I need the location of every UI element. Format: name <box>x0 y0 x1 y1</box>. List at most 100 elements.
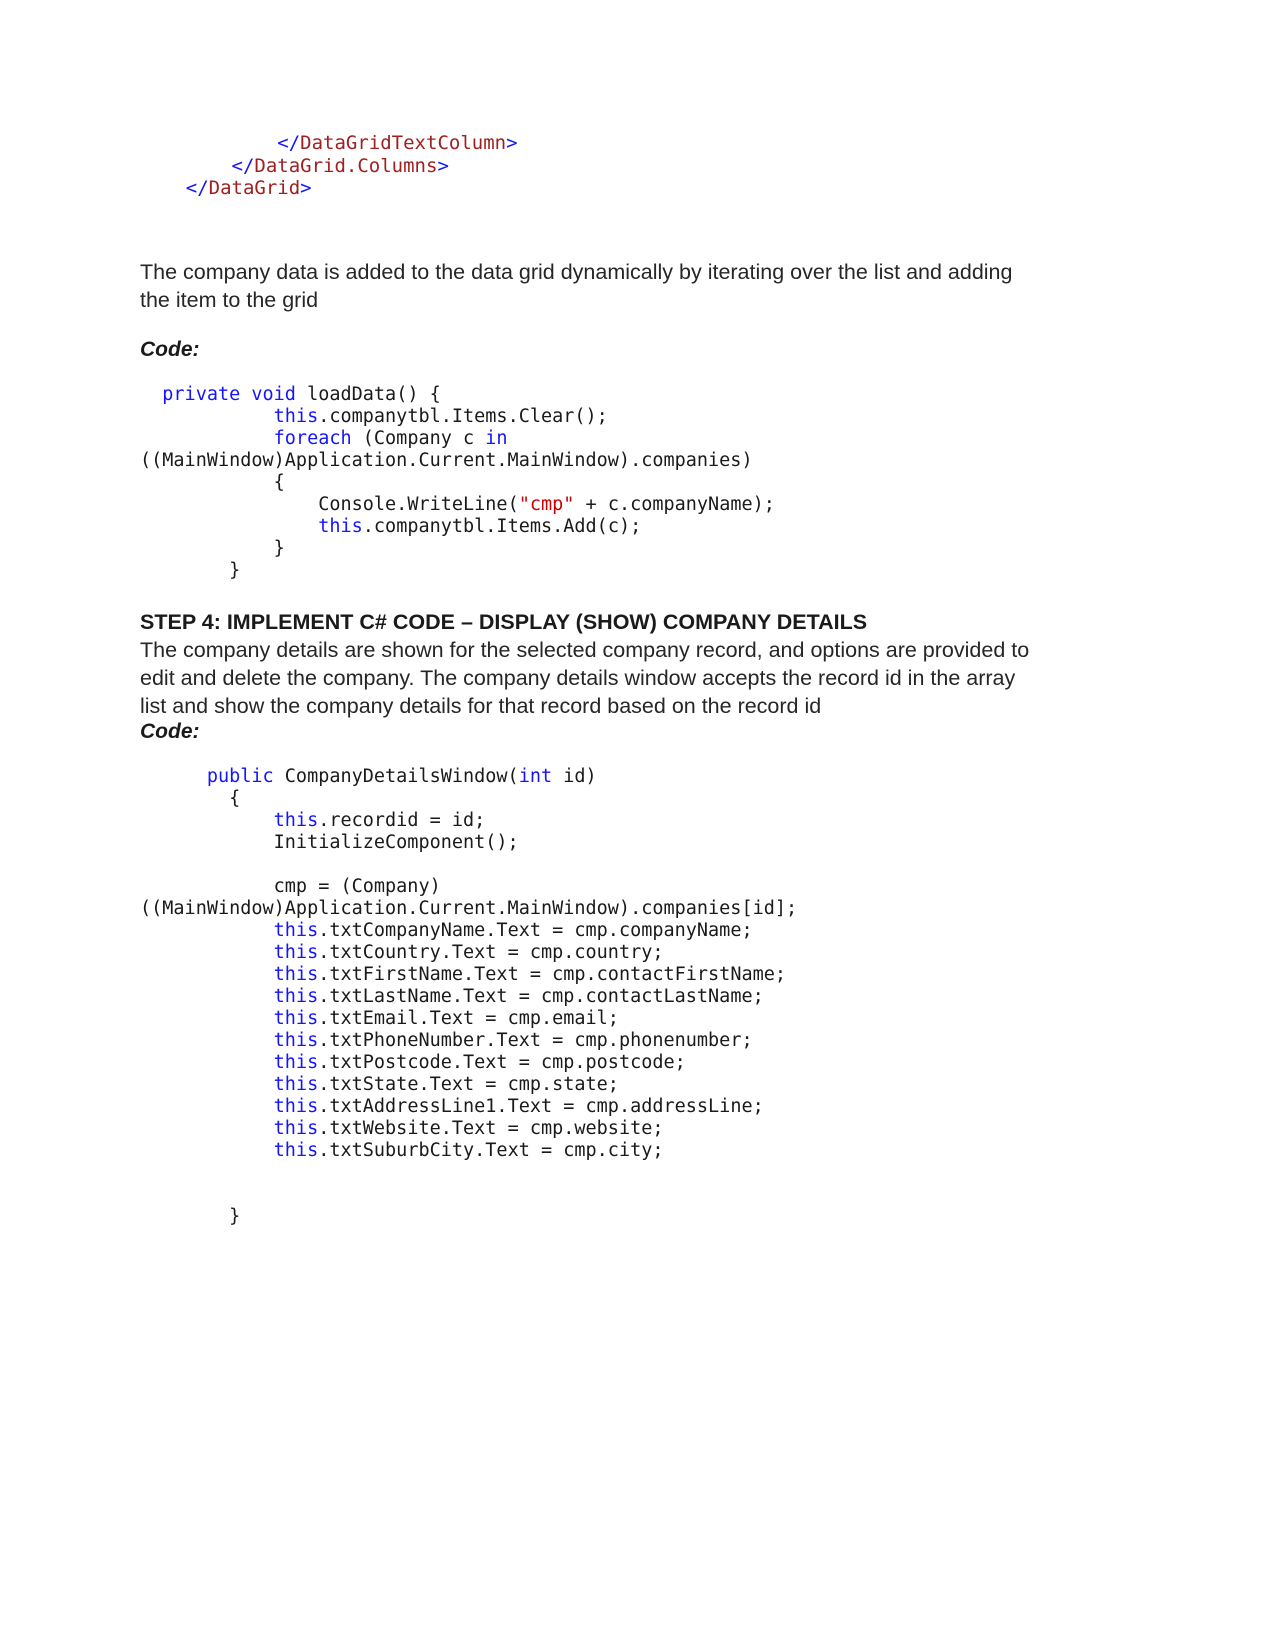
code-line: this.txtSuburbCity.Text = cmp.city; <box>140 1140 1040 1162</box>
code-token-p: .txtWebsite.Text = cmp.website; <box>318 1117 664 1139</box>
code-line: this.txtCountry.Text = cmp.country; <box>140 942 1040 964</box>
code-label-2: Code: <box>140 719 200 743</box>
code-line: this.txtState.Text = cmp.state; <box>140 1074 1040 1096</box>
xml-code-snippet: </DataGridTextColumn> </DataGrid.Columns… <box>140 132 1040 200</box>
code-line: ((MainWindow)Application.Current.MainWin… <box>140 450 1040 472</box>
code-token-p: .companytbl.Items.Add(c); <box>362 515 642 537</box>
code-token-kw: this <box>273 1139 319 1161</box>
code-line: </DataGrid> <box>140 177 1040 200</box>
code-token-kw: this <box>273 1073 319 1095</box>
code-line: </DataGrid.Columns> <box>140 155 1040 178</box>
code-token-p: .txtEmail.Text = cmp.email; <box>318 1007 619 1029</box>
code-token-p: } <box>229 559 241 581</box>
step4-paragraph: The company details are shown for the se… <box>140 637 1030 718</box>
code-line: foreach (Company c in <box>140 428 1040 450</box>
code-token-ang: > <box>300 177 312 199</box>
code-token-kw: this <box>273 941 319 963</box>
code-line: this.txtWebsite.Text = cmp.website; <box>140 1118 1040 1140</box>
code-token-p: id) <box>552 765 597 787</box>
code-token-p: .txtCountry.Text = cmp.country; <box>318 941 664 963</box>
code-line: } <box>140 538 1040 560</box>
code-token-kw: this <box>273 1117 319 1139</box>
code-token-kw: this <box>273 405 319 427</box>
code-token-tag: DataGrid <box>208 177 301 199</box>
code-token-p: .txtFirstName.Text = cmp.contactFirstNam… <box>318 963 787 985</box>
code-token-ang: </ <box>185 177 209 199</box>
code-token-p <box>240 384 251 405</box>
code-line: ((MainWindow)Application.Current.MainWin… <box>140 898 1040 920</box>
code-token-kw: public <box>206 765 274 787</box>
code-line: { <box>140 472 1040 494</box>
code-token-p: + c.companyName); <box>574 493 775 515</box>
code-token-p: CompanyDetailsWindow( <box>273 765 519 787</box>
code-token-ang: > <box>437 154 449 177</box>
code-token-ang: </ <box>231 154 255 177</box>
code-token-kw: this <box>273 1051 319 1073</box>
code-token-p: .txtSuburbCity.Text = cmp.city; <box>318 1139 664 1161</box>
code-line: this.companytbl.Items.Add(c); <box>140 516 1040 538</box>
code-token-p: } <box>229 1205 241 1227</box>
code-line: } <box>140 560 1040 582</box>
step4-heading: STEP 4: IMPLEMENT C# CODE – DISPLAY (SHO… <box>140 609 868 634</box>
code-block-load-data: private void loadData() { this.companytb… <box>140 384 1040 582</box>
code-token-kw: this <box>273 1007 319 1029</box>
code-token-p: Console.WriteLine( <box>318 493 519 515</box>
code-block-company-details-window: public CompanyDetailsWindow(int id) { th… <box>140 766 1040 1228</box>
code-token-p: } <box>273 537 285 559</box>
code-line: cmp = (Company) <box>140 876 1040 898</box>
code-token-kw: private <box>162 383 241 405</box>
code-token-p: { <box>273 471 285 493</box>
code-token-ang: > <box>506 132 518 154</box>
code-line: this.txtAddressLine1.Text = cmp.addressL… <box>140 1096 1040 1118</box>
code-line: private void loadData() { <box>140 384 1040 406</box>
code-line: </DataGridTextColumn> <box>140 132 1040 155</box>
code-token-p: .recordid = id; <box>318 809 486 831</box>
code-token-kw: this <box>273 963 319 985</box>
code-token-tag: DataGridTextColumn <box>300 132 507 154</box>
code-token-kw: in <box>485 427 508 449</box>
code-line: { <box>140 788 1040 810</box>
code-token-p: .txtCompanyName.Text = cmp.companyName; <box>318 919 753 941</box>
code-token-str: "cmp" <box>518 493 575 515</box>
code-token-kw: int <box>518 765 553 787</box>
code-token-kw: this <box>273 985 319 1007</box>
code-token-p: .companytbl.Items.Clear(); <box>318 405 608 427</box>
code-token-kw: foreach <box>273 427 352 449</box>
code-token-kw: this <box>273 919 319 941</box>
code-line: this.companytbl.Items.Clear(); <box>140 406 1040 428</box>
code-token-p: .txtLastName.Text = cmp.contactLastName; <box>318 985 764 1007</box>
code-token-p: { <box>229 787 241 809</box>
code-line: InitializeComponent(); <box>140 832 1040 854</box>
code-token-p: InitializeComponent(); <box>273 831 519 853</box>
document-page: </DataGridTextColumn> </DataGrid.Columns… <box>0 0 1275 1651</box>
code-token-p: .txtAddressLine1.Text = cmp.addressLine; <box>318 1095 764 1117</box>
code-label-1: Code: <box>140 337 200 361</box>
code-line: this.txtEmail.Text = cmp.email; <box>140 1008 1040 1030</box>
